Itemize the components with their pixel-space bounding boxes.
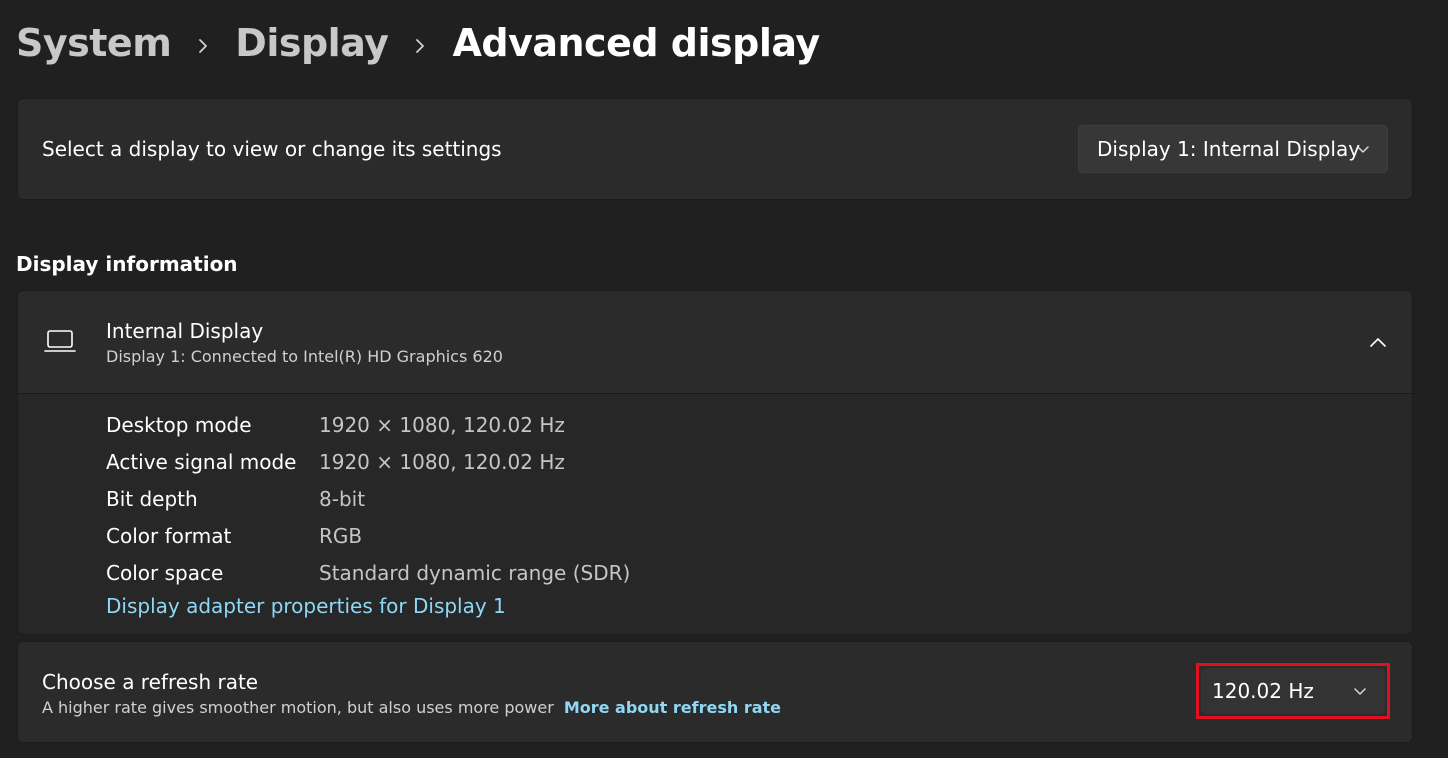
select-display-card: Select a display to view or change its s… [17, 98, 1413, 200]
display-connection: Display 1: Connected to Intel(R) HD Grap… [106, 347, 503, 366]
chevron-down-icon [1357, 146, 1369, 153]
display-name: Internal Display [106, 319, 264, 343]
refresh-rate-description-text: A higher rate gives smoother motion, but… [42, 698, 554, 717]
info-key: Active signal mode [106, 450, 297, 474]
info-value: 1920 × 1080, 120.02 Hz [319, 413, 565, 437]
more-about-refresh-rate-link[interactable]: More about refresh rate [564, 698, 781, 717]
info-value: RGB [319, 524, 363, 548]
refresh-rate-title: Choose a refresh rate [42, 670, 259, 694]
info-key: Color format [106, 524, 232, 548]
display-select-value: Display 1: Internal Display [1097, 137, 1361, 161]
highlight-box [1196, 663, 1390, 719]
info-key: Desktop mode [106, 413, 252, 437]
refresh-rate-card: Choose a refresh rate A higher rate give… [17, 641, 1413, 743]
display-adapter-properties-link[interactable]: Display adapter properties for Display 1 [106, 594, 506, 618]
breadcrumb-display[interactable]: Display [235, 21, 389, 65]
page-title: Advanced display [452, 21, 820, 65]
select-display-label: Select a display to view or change its s… [42, 137, 502, 161]
display-select-dropdown[interactable]: Display 1: Internal Display [1078, 125, 1388, 173]
info-value: 8-bit [319, 487, 366, 511]
info-key: Color space [106, 561, 224, 585]
chevron-right-icon [171, 21, 235, 65]
display-information-details: Desktop mode 1920 × 1080, 120.02 Hz Acti… [17, 393, 1413, 635]
info-value: 1920 × 1080, 120.02 Hz [319, 450, 565, 474]
laptop-icon [44, 330, 76, 352]
internal-display-expander[interactable]: Internal Display Display 1: Connected to… [17, 290, 1413, 394]
info-value: Standard dynamic range (SDR) [319, 561, 631, 585]
chevron-right-icon [388, 21, 452, 65]
info-key: Bit depth [106, 487, 198, 511]
refresh-rate-description: A higher rate gives smoother motion, but… [42, 698, 781, 717]
breadcrumb: System Display Advanced display [16, 14, 820, 72]
display-information-heading: Display information [16, 252, 238, 276]
advanced-display-page: System Display Advanced display Select a… [0, 0, 1448, 758]
breadcrumb-system[interactable]: System [16, 21, 172, 65]
chevron-up-icon[interactable] [1366, 331, 1390, 355]
